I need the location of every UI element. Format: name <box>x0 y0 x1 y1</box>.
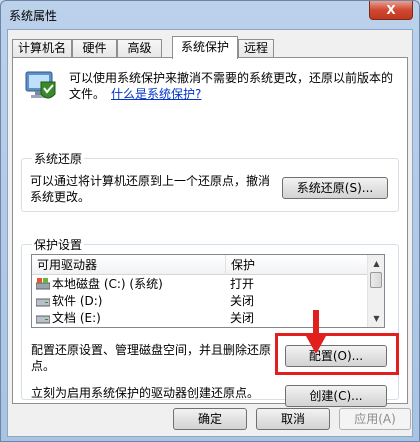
drive-name: 本地磁盘 (C:) (系统) <box>52 277 163 291</box>
dialog-body: 计算机名 硬件 高级 系统保护 远程 可以使用系统保护来撤消不需要的系统更改，还… <box>7 29 413 437</box>
tab-remote[interactable]: 远程 <box>238 39 274 58</box>
annotation-highlight-box <box>275 333 399 375</box>
drive-row[interactable]: 软件 (D:) 关闭 <box>32 293 367 310</box>
drive-protection-status: 打开 <box>230 277 255 291</box>
tab-advanced[interactable]: 高级 <box>117 39 162 58</box>
system-restore-group: 系统还原 可以通过将计算机还原到上一个还原点，撤消系统更改。 系统还原(S)..… <box>21 150 399 212</box>
tab-system-protection[interactable]: 系统保护 <box>172 36 238 59</box>
create-button[interactable]: 创建(C)... <box>285 385 387 407</box>
scroll-down-icon[interactable]: ▼ <box>369 311 384 326</box>
close-button[interactable]: X <box>369 1 413 20</box>
system-restore-button[interactable]: 系统还原(S)... <box>282 177 388 199</box>
help-link[interactable]: 什么是系统保护? <box>111 87 201 101</box>
drives-list-header: 可用驱动器 保护 <box>32 255 367 275</box>
column-protection[interactable]: 保护 <box>225 255 367 275</box>
system-protection-panel: 可以使用系统保护来撤消不需要的系统更改，还原以前版本的文件。 什么是系统保护? 系… <box>12 57 408 407</box>
system-restore-group-title: 系统还原 <box>32 150 85 167</box>
drive-protection-status: 关闭 <box>230 294 255 308</box>
drive-icon <box>36 315 50 324</box>
system-restore-description: 可以通过将计算机还原到上一个还原点，撤消系统更改。 <box>30 174 271 204</box>
protection-settings-group-title: 保护设置 <box>32 236 85 253</box>
ok-button[interactable]: 确定 <box>173 408 247 430</box>
scroll-up-icon[interactable]: ▲ <box>369 256 384 271</box>
configure-description: 配置还原设置、管理磁盘空间，并且删除还原点。 <box>31 343 272 373</box>
window-title: 系统属性 <box>9 9 58 23</box>
drive-row[interactable]: 本地磁盘 (C:) (系统) 打开 <box>32 276 367 293</box>
drive-icon <box>36 298 50 307</box>
drive-name: 文档 (E:) <box>52 311 101 325</box>
scrollbar-thumb[interactable] <box>370 272 382 288</box>
apply-button[interactable]: 应用(A) <box>339 408 411 430</box>
system-protection-icon <box>25 71 56 99</box>
drives-list-scrollbar[interactable]: ▲ ▼ <box>367 255 384 327</box>
system-properties-window: 系统属性 X 计算机名 硬件 高级 系统保护 远程 可以使用系统保护来撤消不需要… <box>0 0 420 442</box>
column-available-drives[interactable]: 可用驱动器 <box>32 255 225 275</box>
tab-computer-name[interactable]: 计算机名 <box>12 39 72 58</box>
create-description: 立刻为启用系统保护的驱动器创建还原点。 <box>31 386 260 400</box>
tab-hardware[interactable]: 硬件 <box>72 39 117 58</box>
intro-description: 可以使用系统保护来撤消不需要的系统更改，还原以前版本的文件。 什么是系统保护? <box>69 70 399 102</box>
drives-list[interactable]: 可用驱动器 保护 本地磁盘 (C:) (系统) 打开 软件 (D:) 关闭 文档… <box>31 254 385 328</box>
system-drive-icon <box>36 278 50 290</box>
cancel-button[interactable]: 取消 <box>256 408 330 430</box>
title-bar[interactable]: 系统属性 X <box>1 1 419 29</box>
drive-name: 软件 (D:) <box>52 294 103 308</box>
drive-protection-status: 关闭 <box>230 311 255 325</box>
